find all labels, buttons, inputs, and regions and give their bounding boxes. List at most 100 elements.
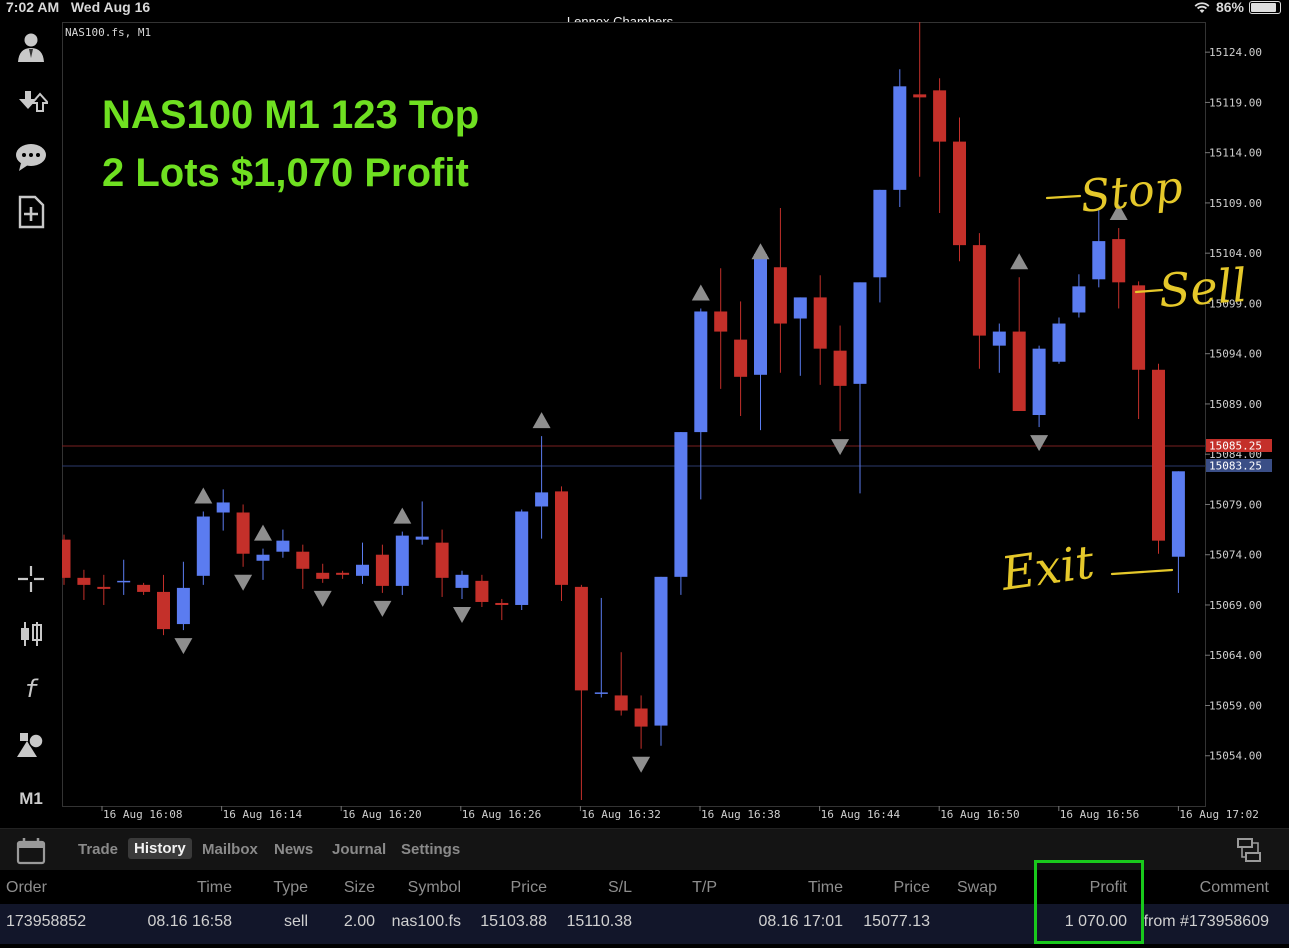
candle-body <box>57 539 71 578</box>
candle-body <box>594 692 608 694</box>
tab-news[interactable]: News <box>274 841 313 858</box>
candle-body <box>356 564 369 576</box>
status-time: 7:02 AM <box>6 0 60 15</box>
row-open-price: 15103.88 <box>480 913 547 930</box>
col-order: Order <box>6 879 47 896</box>
x-tick-label: 16 Aug 17:02 <box>1179 808 1258 821</box>
bid-price-tag-text: 15085.25 <box>1209 440 1262 453</box>
candle-body <box>574 586 588 691</box>
timeframe-button[interactable]: M1 <box>12 780 50 818</box>
candle-body <box>137 584 151 592</box>
row-open-time: 08.16 16:58 <box>147 913 232 930</box>
candle-body <box>1072 286 1086 313</box>
candle-body <box>1092 241 1106 280</box>
indicators-icon[interactable]: f <box>12 670 50 708</box>
calendar-icon[interactable] <box>16 837 46 865</box>
candle-body <box>654 576 668 726</box>
price-chart[interactable]: NAS100.fs, M1 15124.00 15119.00 15114.00 15… <box>57 17 1282 830</box>
row-comment: from #173958609 <box>1143 913 1269 930</box>
candle-body <box>833 350 847 386</box>
candle-body <box>873 189 887 278</box>
candle-body <box>933 90 947 142</box>
candle-body <box>176 587 190 625</box>
row-sl: 15110.38 <box>566 913 632 930</box>
candle-body <box>77 577 91 585</box>
candle-body <box>972 245 986 336</box>
y-tick-label: 15094.00 <box>1209 348 1262 361</box>
candle-body <box>375 554 389 586</box>
x-tick-label: 16 Aug 16:26 <box>462 808 541 821</box>
col-comment: Comment <box>1199 879 1269 896</box>
annotation-stop: Stop <box>1078 162 1185 223</box>
col-swap: Swap <box>956 879 997 896</box>
tab-settings[interactable]: Settings <box>401 841 460 858</box>
new-order-icon[interactable] <box>12 193 50 231</box>
status-right: 86% <box>1193 0 1281 15</box>
account-user-icon[interactable] <box>12 28 50 66</box>
candle-body <box>694 311 708 433</box>
col-sl: S/L <box>607 879 632 896</box>
profit-highlight-box <box>1034 860 1144 944</box>
candle-body <box>475 580 489 602</box>
candle-body <box>316 572 330 579</box>
annotation-sell: Sell <box>1157 258 1249 318</box>
y-tick-label: 15109.00 <box>1209 197 1262 210</box>
y-tick-label: 15114.00 <box>1209 147 1262 160</box>
candle-body <box>734 339 748 377</box>
chart-type-candles-icon[interactable] <box>12 615 50 653</box>
candle-body <box>853 282 867 384</box>
candle-body <box>117 580 131 583</box>
candle-body <box>1132 285 1146 370</box>
candle-body <box>256 554 270 561</box>
candlestick-chart[interactable]: NAS100.fs, M1 15124.00 15119.00 15114.00 15… <box>57 17 1282 830</box>
candle-body <box>1032 348 1046 416</box>
battery-icon <box>1249 0 1281 14</box>
left-toolbar: f M1 <box>0 28 62 828</box>
x-tick-label: 16 Aug 16:20 <box>342 808 421 821</box>
candle-body <box>714 311 728 332</box>
chat-icon[interactable] <box>12 138 50 176</box>
deposit-withdraw-icon[interactable] <box>12 83 50 121</box>
tab-mailbox[interactable]: Mailbox <box>202 841 258 858</box>
ask-price-tag-text: 15083.25 <box>1209 460 1262 473</box>
candle-body <box>992 331 1006 346</box>
candle-body <box>773 267 787 324</box>
candle-body <box>216 502 230 513</box>
col-close-time: Time <box>808 879 843 896</box>
row-size: 2.00 <box>343 913 375 930</box>
overlay-title-1: NAS100 M1 123 Top <box>102 93 479 137</box>
crosshair-icon[interactable] <box>12 560 50 598</box>
candle-body <box>455 574 469 588</box>
timeframe-label: M1 <box>19 789 43 808</box>
candle-body <box>157 591 170 630</box>
candle-body <box>1052 323 1066 362</box>
x-axis: 16 Aug 16:08 16 Aug 16:14 16 Aug 16:20 16 A… <box>101 806 1259 821</box>
y-tick-label: 15089.00 <box>1209 398 1262 411</box>
y-tick-label: 15124.00 <box>1209 46 1262 59</box>
x-tick-label: 16 Aug 16:38 <box>701 808 780 821</box>
battery-percent: 86% <box>1215 0 1244 15</box>
y-tick-label: 15079.00 <box>1209 498 1262 511</box>
y-tick-label: 15074.00 <box>1209 549 1262 562</box>
candle-body <box>1171 471 1185 557</box>
candle-body <box>97 586 111 589</box>
col-close-price: Price <box>893 879 930 896</box>
layout-toggle-icon[interactable] <box>1236 837 1262 863</box>
candle-body <box>336 572 350 575</box>
chart-symbol-label: NAS100.fs, M1 <box>65 26 151 39</box>
candle-body <box>196 516 210 576</box>
status-bar: 7:02 AM Wed Aug 16 Lennox Chambers 86% <box>0 0 1289 29</box>
objects-shapes-icon[interactable] <box>12 725 50 763</box>
candle-body <box>435 542 449 578</box>
y-axis: 15124.0015119.0015114.0015109.0015104.00… <box>1205 46 1262 763</box>
status-date: Wed Aug 16 <box>70 0 151 15</box>
x-tick-label: 16 Aug 16:50 <box>940 808 1019 821</box>
wifi-icon <box>1194 1 1210 13</box>
col-type: Type <box>273 879 308 896</box>
x-tick-label: 16 Aug 16:14 <box>223 808 303 821</box>
col-size: Size <box>343 879 375 896</box>
candle-body <box>555 491 568 585</box>
tab-history[interactable]: History <box>128 838 192 859</box>
tab-trade[interactable]: Trade <box>78 841 118 858</box>
tab-journal[interactable]: Journal <box>332 841 386 858</box>
